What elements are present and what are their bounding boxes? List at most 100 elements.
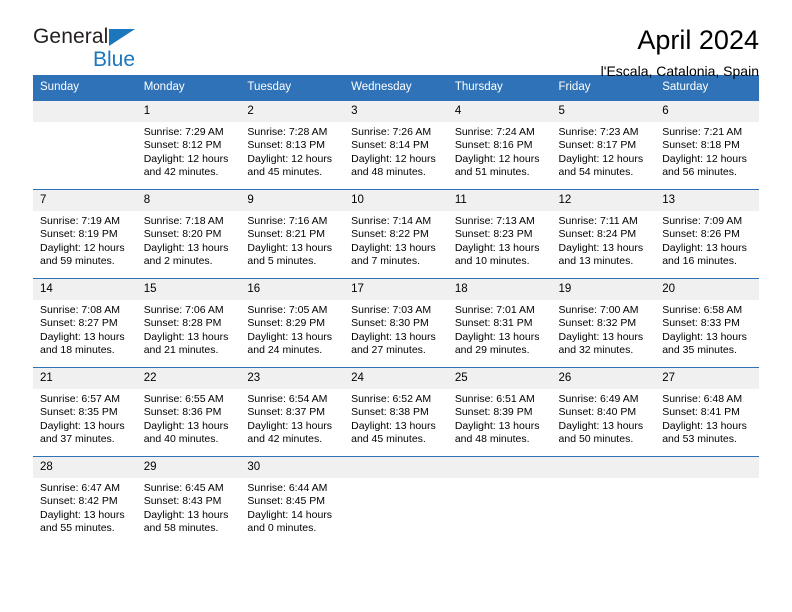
calendar-day-cell[interactable]: 19 Sunrise: 7:00 AM Sunset: 8:32 PM Dayligh… (551, 278, 656, 368)
day-detail-line: Daylight: 13 hours (558, 330, 644, 343)
day-detail-line: and 32 minutes. (558, 344, 634, 357)
day-detail-line: Sunrise: 7:19 AM (40, 215, 120, 227)
day-detail-line: Daylight: 13 hours (454, 419, 540, 432)
day-detail-line: and 48 minutes. (351, 166, 426, 179)
day-detail-line: Sunrise: 6:58 AM (662, 304, 743, 316)
day-detail-line: Sunset: 8:36 PM (143, 406, 222, 419)
calendar-day-cell[interactable]: 2 Sunrise: 7:28 AM Sunset: 8:13 PM Daylight… (240, 100, 345, 190)
calendar-day-cell[interactable]: 9 Sunrise: 7:16 AM Sunset: 8:21 PM Daylight… (240, 189, 345, 279)
calendar-day-cell[interactable]: 22 Sunrise: 6:55 AM Sunset: 8:36 PM Dayligh… (136, 367, 241, 457)
day-detail-line: Sunset: 8:33 PM (662, 317, 740, 330)
day-details: Sunrise: 6:55 AM Sunset: 8:36 PM Daylight:… (137, 389, 241, 447)
weekday-header-tuesday: Tuesday (240, 75, 345, 101)
day-detail-line: and 16 minutes. (662, 255, 737, 268)
day-details: Sunrise: 6:54 AM Sunset: 8:37 PM Daylight:… (240, 389, 344, 447)
calendar-day-cell[interactable]: 4 Sunrise: 7:24 AM Sunset: 8:16 PM Daylight… (447, 100, 552, 190)
day-number (655, 457, 759, 478)
day-number: 20 (655, 279, 759, 300)
day-detail-line: Sunset: 8:28 PM (143, 317, 222, 330)
day-details: Sunrise: 7:28 AM Sunset: 8:13 PM Daylight:… (240, 122, 344, 180)
day-details: Sunrise: 7:01 AM Sunset: 8:31 PM Daylight:… (448, 300, 552, 358)
calendar-day-cell[interactable]: 25 Sunrise: 6:51 AM Sunset: 8:39 PM Dayligh… (447, 367, 552, 457)
day-detail-line: and 29 minutes. (454, 344, 530, 357)
day-details: Sunrise: 7:09 AM Sunset: 8:26 PM Daylight:… (655, 211, 759, 269)
day-number: 15 (136, 279, 241, 300)
calendar-day-cell[interactable]: 11 Sunrise: 7:13 AM Sunset: 8:23 PM Dayligh… (447, 189, 552, 279)
calendar-day-cell[interactable]: 3 Sunrise: 7:26 AM Sunset: 8:14 PM Daylight… (344, 100, 448, 190)
calendar-day-cell[interactable]: 24 Sunrise: 6:52 AM Sunset: 8:38 PM Dayligh… (344, 367, 448, 457)
day-detail-line: Sunrise: 6:47 AM (40, 482, 120, 494)
day-detail-line: Daylight: 12 hours (662, 152, 747, 165)
calendar-day-cell[interactable]: 12 Sunrise: 7:11 AM Sunset: 8:24 PM Dayligh… (551, 189, 656, 279)
calendar-day-cell[interactable]: 7 Sunrise: 7:19 AM Sunset: 8:19 PM Daylight… (33, 189, 137, 279)
calendar-day-cell[interactable]: 29 Sunrise: 6:45 AM Sunset: 8:43 PM Dayligh… (136, 456, 241, 546)
day-detail-line: Daylight: 13 hours (662, 419, 747, 432)
day-details: Sunrise: 7:14 AM Sunset: 8:22 PM Daylight:… (344, 211, 448, 269)
day-detail-line: Sunrise: 7:08 AM (40, 304, 120, 316)
day-detail-line: and 56 minutes. (662, 166, 737, 179)
day-number: 2 (240, 101, 345, 122)
calendar-day-cell[interactable]: 18 Sunrise: 7:01 AM Sunset: 8:31 PM Dayligh… (447, 278, 552, 368)
day-detail-line: Sunset: 8:43 PM (143, 495, 222, 508)
day-details: Sunrise: 7:06 AM Sunset: 8:28 PM Daylight:… (137, 300, 241, 358)
calendar-day-cell[interactable]: 30 Sunrise: 6:44 AM Sunset: 8:45 PM Dayligh… (240, 456, 345, 546)
day-detail-line: Daylight: 13 hours (40, 419, 125, 432)
day-detail-line: Sunset: 8:13 PM (247, 139, 326, 152)
day-detail-line: Sunrise: 6:52 AM (351, 393, 432, 405)
day-detail-line: Sunrise: 7:06 AM (143, 304, 224, 316)
day-detail-line: and 40 minutes. (143, 433, 219, 446)
day-detail-line: and 7 minutes. (351, 255, 420, 268)
day-details: Sunrise: 7:11 AM Sunset: 8:24 PM Daylight:… (552, 211, 656, 269)
calendar-day-cell[interactable]: 16 Sunrise: 7:05 AM Sunset: 8:29 PM Dayligh… (240, 278, 345, 368)
day-number: 30 (240, 457, 345, 478)
day-details: Sunrise: 7:18 AM Sunset: 8:20 PM Daylight:… (137, 211, 241, 269)
day-number: 29 (136, 457, 241, 478)
day-detail-line: Sunset: 8:45 PM (247, 495, 326, 508)
calendar-week-row: 14 Sunrise: 7:08 AM Sunset: 8:27 PM Dayligh… (33, 278, 759, 368)
calendar-day-cell[interactable]: 17 Sunrise: 7:03 AM Sunset: 8:30 PM Dayligh… (344, 278, 448, 368)
day-detail-line: and 58 minutes. (143, 522, 219, 535)
calendar-day-cell[interactable]: 10 Sunrise: 7:14 AM Sunset: 8:22 PM Dayligh… (344, 189, 448, 279)
day-detail-line: Daylight: 13 hours (662, 330, 747, 343)
day-details: Sunrise: 7:26 AM Sunset: 8:14 PM Daylight:… (344, 122, 448, 180)
calendar-day-cell[interactable]: 23 Sunrise: 6:54 AM Sunset: 8:37 PM Dayligh… (240, 367, 345, 457)
day-detail-line: and 45 minutes. (247, 166, 323, 179)
day-details: Sunrise: 7:23 AM Sunset: 8:17 PM Daylight:… (552, 122, 656, 180)
day-detail-line: Sunset: 8:31 PM (454, 317, 533, 330)
day-detail-line: Sunset: 8:17 PM (558, 139, 637, 152)
calendar-day-cell[interactable]: 15 Sunrise: 7:06 AM Sunset: 8:28 PM Dayligh… (136, 278, 241, 368)
day-detail-line: Daylight: 13 hours (40, 330, 125, 343)
calendar-day-cell[interactable]: 26 Sunrise: 6:49 AM Sunset: 8:40 PM Dayligh… (551, 367, 656, 457)
day-number: 19 (551, 279, 656, 300)
day-detail-line: Sunrise: 6:49 AM (558, 393, 639, 405)
day-detail-line: and 21 minutes. (143, 344, 219, 357)
day-detail-line: Sunset: 8:39 PM (454, 406, 533, 419)
calendar-day-cell[interactable]: 13 Sunrise: 7:09 AM Sunset: 8:26 PM Dayligh… (655, 189, 759, 279)
day-detail-line: and 55 minutes. (40, 522, 115, 535)
day-details: Sunrise: 7:19 AM Sunset: 8:19 PM Daylight:… (33, 211, 137, 269)
calendar-week-row: 1 Sunrise: 7:29 AM Sunset: 8:12 PM Daylight… (33, 100, 759, 190)
day-number: 21 (33, 368, 137, 389)
calendar-day-cell[interactable]: 21 Sunrise: 6:57 AM Sunset: 8:35 PM Dayligh… (33, 367, 137, 457)
calendar-day-cell[interactable]: 28 Sunrise: 6:47 AM Sunset: 8:42 PM Dayligh… (33, 456, 137, 546)
day-detail-line: Sunset: 8:26 PM (662, 228, 740, 241)
day-detail-line: Sunset: 8:20 PM (143, 228, 222, 241)
day-detail-line: and 42 minutes. (143, 166, 219, 179)
calendar-day-cell[interactable]: 8 Sunrise: 7:18 AM Sunset: 8:20 PM Daylight… (136, 189, 241, 279)
day-detail-line: Daylight: 13 hours (454, 241, 540, 254)
day-detail-line: and 42 minutes. (247, 433, 323, 446)
page-subtitle: l'Escala, Catalonia, Spain (600, 63, 759, 79)
calendar-week-row: 21 Sunrise: 6:57 AM Sunset: 8:35 PM Dayligh… (33, 367, 759, 457)
calendar-day-cell[interactable]: 14 Sunrise: 7:08 AM Sunset: 8:27 PM Dayligh… (33, 278, 137, 368)
day-detail-line: Daylight: 12 hours (40, 241, 125, 254)
calendar-day-cell[interactable]: 6 Sunrise: 7:21 AM Sunset: 8:18 PM Daylight… (655, 100, 759, 190)
day-number (551, 457, 656, 478)
day-detail-line: and 18 minutes. (40, 344, 115, 357)
calendar-day-cell[interactable]: 20 Sunrise: 6:58 AM Sunset: 8:33 PM Dayligh… (655, 278, 759, 368)
day-detail-line: Daylight: 12 hours (454, 152, 540, 165)
calendar-day-cell[interactable]: 5 Sunrise: 7:23 AM Sunset: 8:17 PM Daylight… (551, 100, 656, 190)
calendar-day-cell[interactable]: 1 Sunrise: 7:29 AM Sunset: 8:12 PM Daylight… (136, 100, 241, 190)
day-detail-line: Daylight: 12 hours (247, 152, 333, 165)
calendar-day-cell[interactable]: 27 Sunrise: 6:48 AM Sunset: 8:41 PM Dayligh… (655, 367, 759, 457)
calendar-empty-cell (344, 456, 448, 546)
